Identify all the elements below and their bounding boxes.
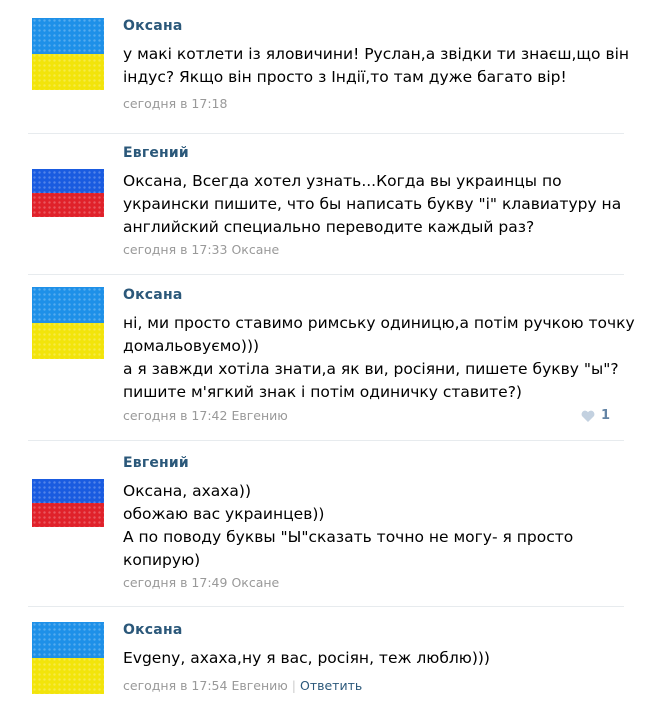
comment-item: Оксана Evgeny, ахаха,ну я вас, росіян, т… — [0, 622, 624, 702]
comment-meta: сегодня в 17:18 — [123, 96, 227, 111]
comment-text: ні, ми просто ставимо римську одиницю,а … — [123, 312, 635, 404]
comment-text-line: пишите м'ягкий знак і потім одиничку ста… — [123, 383, 522, 401]
comment-meta: сегодня в 17:42 Евгению — [123, 408, 288, 423]
avatar[interactable] — [32, 455, 104, 527]
reply-to-name[interactable]: Оксане — [231, 575, 279, 590]
comment-meta: сегодня в 17:49 Оксане — [123, 575, 279, 590]
comment-divider — [28, 133, 624, 134]
comment-text-line: у макі котлети із яловичини! Руслан,а зв… — [123, 45, 630, 63]
comment-timestamp[interactable]: сегодня в 17:18 — [123, 96, 227, 111]
comment-text-line: Evgeny, ахаха,ну я вас, росіян, теж любл… — [123, 649, 490, 667]
comment-divider — [28, 606, 624, 607]
comment-author[interactable]: Оксана — [123, 622, 182, 638]
comment-text-line: копирую) — [123, 551, 201, 569]
comment-text-line: украински пишите, что бы написать букву … — [123, 195, 622, 213]
comment-text-line: английский специально переводите каждый … — [123, 218, 535, 236]
comment-text-line: а я завжди хотіла знати,а як ви, росіяни… — [123, 360, 619, 378]
comment-text-line: індус? Якщо він просто з Індії,то там ду… — [123, 68, 567, 86]
comment-timestamp[interactable]: сегодня в 17:33 — [123, 242, 227, 257]
comment-divider — [28, 440, 624, 441]
reply-to-name[interactable]: Евгению — [231, 408, 287, 423]
comment-meta: сегодня в 17:54 Евгению | Ответить — [123, 678, 362, 693]
comment-timestamp[interactable]: сегодня в 17:49 — [123, 575, 227, 590]
comments-feed: Оксана у макі котлети із яловичини! Русл… — [0, 0, 658, 707]
comment-meta: сегодня в 17:33 Оксане — [123, 242, 279, 257]
comment-author[interactable]: Оксана — [123, 287, 182, 303]
heart-icon — [581, 410, 595, 422]
comment-text-line: ні, ми просто ставимо римську одиницю,а … — [123, 314, 635, 332]
reply-button[interactable]: Ответить — [300, 678, 362, 693]
comment-text-line: обожаю вас украинцев)) — [123, 505, 325, 523]
comment-item: Оксана у макі котлети із яловичини! Русл… — [0, 18, 630, 128]
comment-item: Оксана ні, ми просто ставимо римську оди… — [0, 287, 635, 433]
comment-author[interactable]: Оксана — [123, 18, 182, 34]
comment-text-line: Оксана, Всегда хотел узнать...Когда вы у… — [123, 172, 562, 190]
comment-divider — [28, 274, 624, 275]
comment-text: Оксана, Всегда хотел узнать...Когда вы у… — [123, 170, 623, 239]
meta-separator: | — [291, 678, 296, 693]
like-count: 1 — [600, 408, 610, 423]
comment-text-line: Оксана, ахаха)) — [123, 482, 252, 500]
comment-text: у макі котлети із яловичини! Руслан,а зв… — [123, 43, 630, 89]
comment-author[interactable]: Евгений — [123, 145, 189, 161]
avatar[interactable] — [32, 287, 104, 359]
avatar[interactable] — [32, 145, 104, 217]
comment-item: Евгений Оксана, Всегда хотел узнать...Ко… — [0, 145, 624, 270]
reply-to-name[interactable]: Евгению — [231, 678, 287, 693]
comment-author[interactable]: Евгений — [123, 455, 189, 471]
comment-text: Evgeny, ахаха,ну я вас, росіян, теж любл… — [123, 647, 623, 670]
like-button[interactable]: 1 — [581, 408, 610, 423]
comment-text-line: домальовуємо))) — [123, 337, 260, 355]
avatar[interactable] — [32, 18, 104, 90]
comment-text-line: А по поводу буквы "Ы"сказать точно не мо… — [123, 528, 574, 546]
comment-timestamp[interactable]: сегодня в 17:54 — [123, 678, 227, 693]
comment-text: Оксана, ахаха)) обожаю вас украинцев)) А… — [123, 480, 623, 572]
reply-to-name[interactable]: Оксане — [231, 242, 279, 257]
avatar[interactable] — [32, 622, 104, 694]
comment-timestamp[interactable]: сегодня в 17:42 — [123, 408, 227, 423]
comment-item: Евгений Оксана, ахаха)) обожаю вас украи… — [0, 455, 624, 600]
